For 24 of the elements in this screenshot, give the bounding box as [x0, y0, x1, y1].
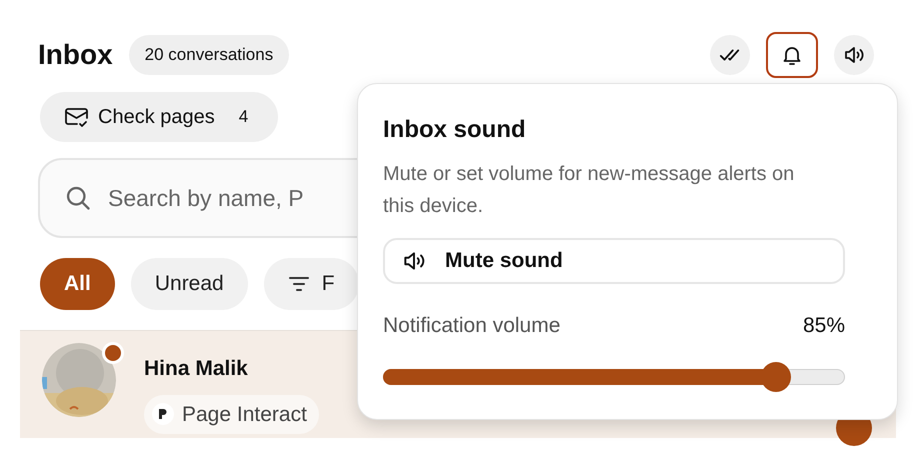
notification-button[interactable] — [766, 32, 818, 78]
filter-chip[interactable]: Unread — [130, 258, 248, 310]
mark-read-button[interactable] — [710, 35, 750, 75]
search-icon — [64, 184, 92, 212]
check-pages-label: Check pages — [98, 105, 215, 130]
popover-description: Mute or set volume for new-message alerts on this device. — [383, 162, 796, 219]
volume-slider[interactable] — [383, 362, 845, 392]
slider-thumb[interactable] — [760, 362, 791, 392]
page-icon — [152, 403, 174, 426]
conversation-count: 20 conversations — [128, 35, 290, 75]
sound-button[interactable] — [834, 35, 874, 75]
contact-name: Hina Malik — [144, 356, 249, 382]
mail-check-icon — [64, 105, 90, 129]
popover-title: Inbox sound — [383, 115, 527, 145]
filter-chip[interactable]: All — [40, 258, 115, 310]
inbox-title: Inbox — [38, 38, 113, 72]
volume-label: Notification volume — [383, 313, 560, 339]
volume-reading: 85% — [802, 313, 845, 339]
check-pages-button[interactable]: Check pages 4 — [40, 92, 278, 142]
check-pages-count: 4 — [238, 106, 248, 128]
filter-icon — [288, 275, 310, 293]
mute-button[interactable]: Mute sound — [383, 238, 845, 284]
filter-chip[interactable]: F — [264, 258, 359, 310]
source-tag: Page Interact — [144, 394, 319, 434]
